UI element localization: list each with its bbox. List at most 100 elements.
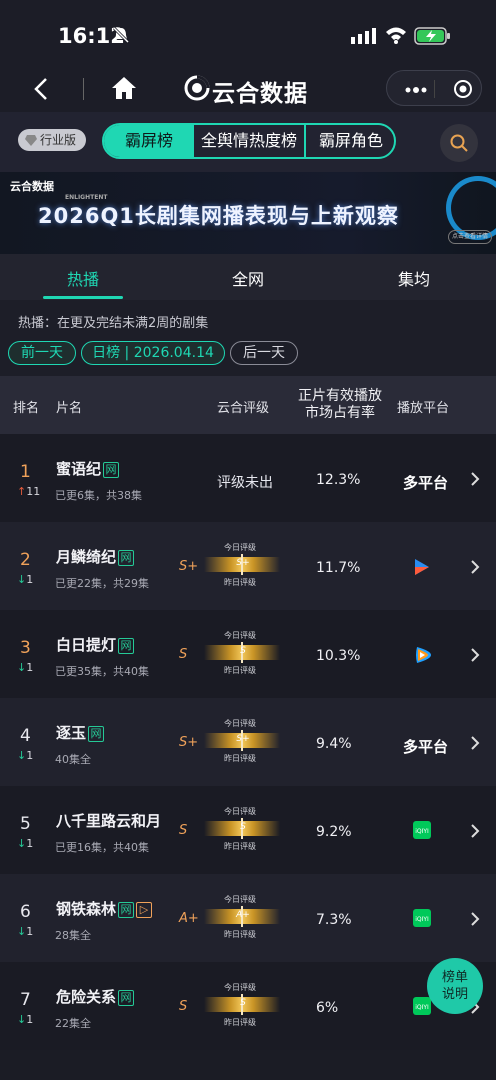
back-arrow-icon[interactable] bbox=[30, 76, 54, 102]
chevron-right-icon[interactable] bbox=[470, 471, 480, 487]
rank-change-value: 1 bbox=[26, 573, 34, 586]
gauge-yesterday-label: 昨日评级 bbox=[224, 666, 256, 675]
show-title-wrap: 白日提灯网 bbox=[56, 634, 135, 655]
episode-info: 28集全 bbox=[55, 929, 91, 942]
show-title: 白日提灯 bbox=[56, 636, 117, 654]
episode-info: 已更6集，共38集 bbox=[55, 489, 142, 502]
market-share: 9.2% bbox=[316, 824, 352, 840]
next-day-button[interactable]: 后一天 bbox=[230, 341, 298, 365]
list-explanation-button[interactable]: 榜单 说明 bbox=[427, 958, 483, 1014]
diamond-icon bbox=[25, 135, 37, 146]
rank-change-value: 11 bbox=[26, 485, 41, 498]
chevron-right-icon[interactable] bbox=[470, 559, 480, 575]
network-tag: 网 bbox=[118, 990, 135, 1006]
show-title: 逐玉 bbox=[56, 724, 87, 742]
platform-label: 多平台 bbox=[403, 738, 449, 756]
chevron-right-icon[interactable] bbox=[470, 735, 480, 751]
rank-change-value: 1 bbox=[26, 749, 34, 762]
rating-pending: 评级未出 bbox=[217, 475, 273, 491]
show-title-wrap: 钢铁森林网 ▷ bbox=[56, 898, 153, 919]
show-title: 危险关系 bbox=[56, 988, 117, 1006]
chevron-right-icon[interactable] bbox=[470, 647, 480, 663]
yunhe-logo-icon bbox=[184, 75, 210, 101]
app-title: 云合数据 bbox=[212, 81, 308, 107]
header-market-share: 正片有效播放 市场占有率 bbox=[298, 388, 382, 422]
table-row[interactable]: 5 ↓1 八千里路云和月 已更16集，共40集 S 今日评级 S 昨日评级 9.2% iQIYI bbox=[0, 786, 496, 874]
gauge-today-label: 今日评级 bbox=[224, 631, 256, 640]
promo-banner[interactable]: 云合数据 ENLIGHTENT 2026Q1长剧集网播表现与上新观察 点击查看详… bbox=[0, 172, 496, 254]
prev-day-button[interactable]: 前一天 bbox=[8, 341, 76, 365]
rank-change-value: 1 bbox=[26, 661, 34, 674]
segment-public-opinion-list[interactable]: 全舆情热度榜 bbox=[194, 125, 306, 157]
table-header: 排名 片名 云合评级 正片有效播放 市场占有率 播放平台 bbox=[0, 376, 496, 434]
tab-hot[interactable]: 热播 bbox=[67, 266, 99, 290]
network-tag: 网 bbox=[88, 726, 105, 742]
industry-edition-badge[interactable]: 行业版 bbox=[18, 129, 86, 151]
table-row[interactable]: 7 ↓1 危险关系网 22集全 S 今日评级 S 昨日评级 6% iQIYI bbox=[0, 962, 496, 1050]
gauge-grade: S+ bbox=[236, 734, 250, 744]
show-title: 蜜语纪 bbox=[56, 460, 102, 478]
tab-per-episode[interactable]: 集均 bbox=[398, 266, 430, 290]
network-tag: 网 bbox=[118, 550, 135, 566]
rank-change-up-icon: ↑ bbox=[17, 485, 27, 498]
tencent-video-icon bbox=[413, 645, 433, 669]
svg-text:iQIYI: iQIYI bbox=[415, 828, 429, 835]
table-row[interactable]: 1 ↑11 蜜语纪网已更6集，共38集 评级未出 12.3% 多平台 bbox=[0, 434, 496, 522]
table-row[interactable]: 6 ↓1 钢铁森林网 ▷ 28集全 A+ 今日评级 A+ 昨日评级 7.3% iQIYI bbox=[0, 874, 496, 962]
svg-text:iQIYI: iQIYI bbox=[415, 916, 429, 923]
show-title-wrap: 八千里路云和月 bbox=[56, 810, 161, 831]
float-line1: 榜单 bbox=[441, 970, 468, 985]
platform-label: 多平台 bbox=[403, 474, 449, 492]
rating-gauge: S+ bbox=[204, 730, 280, 751]
header-title: 片名 bbox=[56, 401, 83, 416]
gauge-yesterday-label: 昨日评级 bbox=[224, 842, 256, 851]
rank-change-value: 1 bbox=[26, 925, 34, 938]
gauge-grade: S bbox=[240, 998, 246, 1008]
cellular-signal-icon bbox=[351, 28, 376, 44]
rank-number: 6 bbox=[20, 902, 31, 922]
gauge-yesterday-label: 昨日评级 bbox=[224, 930, 256, 939]
table-row[interactable]: 4 ↓1 逐玉网 40集全 S+ 今日评级 S+ 昨日评级 9.4% 多平台 bbox=[0, 698, 496, 786]
gauge-today-label: 今日评级 bbox=[224, 895, 256, 904]
battery-charging-icon bbox=[414, 27, 450, 45]
list-description: 热播：在更及完结未满2周的剧集 bbox=[18, 316, 209, 331]
date-selector[interactable]: 日榜 | 2026.04.14 bbox=[81, 341, 225, 365]
rank-change: ↓1 bbox=[17, 925, 33, 938]
market-share: 12.3% bbox=[316, 472, 361, 488]
table-row[interactable]: 3 ↓1 白日提灯网已更35集，共40集 S 今日评级 S 昨日评级 10.3% bbox=[0, 610, 496, 698]
mute-bell-icon bbox=[112, 26, 130, 44]
tab-all-web[interactable]: 全网 bbox=[232, 266, 264, 290]
table-row[interactable]: 2 ↓1 月鳞绮纪网已更22集，共29集 S+ 今日评级 S+ 昨日评级 11.7% bbox=[0, 522, 496, 610]
more-dots-icon[interactable] bbox=[405, 87, 427, 93]
rank-number: 2 bbox=[20, 550, 31, 570]
show-title-wrap: 危险关系网 bbox=[56, 986, 135, 1007]
banner-logo: 云合数据 ENLIGHTENT bbox=[10, 178, 107, 201]
header-rating: 云合评级 bbox=[217, 401, 270, 416]
youku-icon bbox=[413, 557, 431, 581]
home-icon[interactable] bbox=[110, 74, 138, 102]
show-title: 八千里路云和月 bbox=[56, 812, 162, 830]
search-button[interactable] bbox=[440, 124, 478, 162]
segment-dominant-roles[interactable]: 霸屏角色 bbox=[307, 125, 394, 157]
show-title-wrap: 蜜语纪网 bbox=[56, 458, 120, 479]
gauge-yesterday-label: 昨日评级 bbox=[224, 1018, 256, 1027]
rating-grade: S bbox=[179, 999, 188, 1014]
rank-change-down-icon: ↓ bbox=[17, 1013, 27, 1026]
segment-dominance-list[interactable]: 霸屏榜 bbox=[104, 125, 194, 157]
close-target-icon[interactable] bbox=[453, 79, 473, 99]
search-icon bbox=[450, 134, 468, 152]
rank-number: 5 bbox=[20, 814, 31, 834]
list-info: 热播：在更及完结未满2周的剧集 前一天 日榜 | 2026.04.14 后一天 bbox=[0, 300, 496, 376]
rating-grade: S+ bbox=[179, 559, 199, 574]
episode-info: 已更35集，共40集 bbox=[55, 665, 149, 678]
rating-grade: A+ bbox=[179, 911, 199, 926]
gauge-grade: S bbox=[240, 646, 246, 656]
banner-cta[interactable]: 点击查看详情 bbox=[448, 230, 492, 244]
rank-change: ↑11 bbox=[17, 485, 40, 498]
gauge-today-label: 今日评级 bbox=[224, 543, 256, 552]
industry-edition-label: 行业版 bbox=[40, 133, 77, 147]
chevron-right-icon[interactable] bbox=[470, 823, 480, 839]
float-line2: 说明 bbox=[441, 987, 468, 1002]
episode-info: 已更16集，共40集 bbox=[55, 841, 149, 854]
chevron-right-icon[interactable] bbox=[470, 911, 480, 927]
